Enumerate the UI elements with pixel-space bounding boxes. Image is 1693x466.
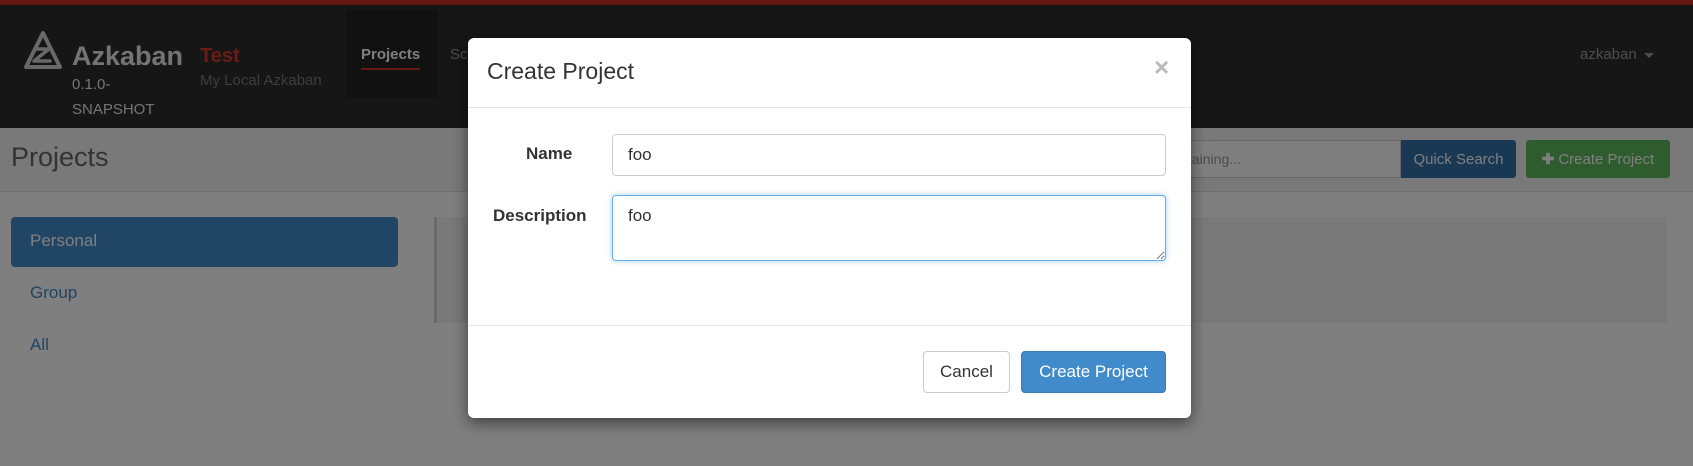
name-label: Name: [526, 144, 573, 163]
create-project-submit-button[interactable]: Create Project: [1021, 351, 1166, 393]
create-project-modal: Create Project × Name Description foo Ca…: [468, 38, 1191, 418]
cancel-button[interactable]: Cancel: [923, 351, 1010, 393]
modal-header: Create Project ×: [468, 38, 1191, 108]
modal-footer: Cancel Create Project: [468, 325, 1191, 418]
description-label: Description: [493, 206, 587, 225]
close-icon[interactable]: ×: [1154, 52, 1169, 83]
project-name-input[interactable]: [612, 134, 1166, 176]
modal-title: Create Project: [487, 58, 635, 84]
project-description-input[interactable]: foo: [612, 195, 1166, 261]
